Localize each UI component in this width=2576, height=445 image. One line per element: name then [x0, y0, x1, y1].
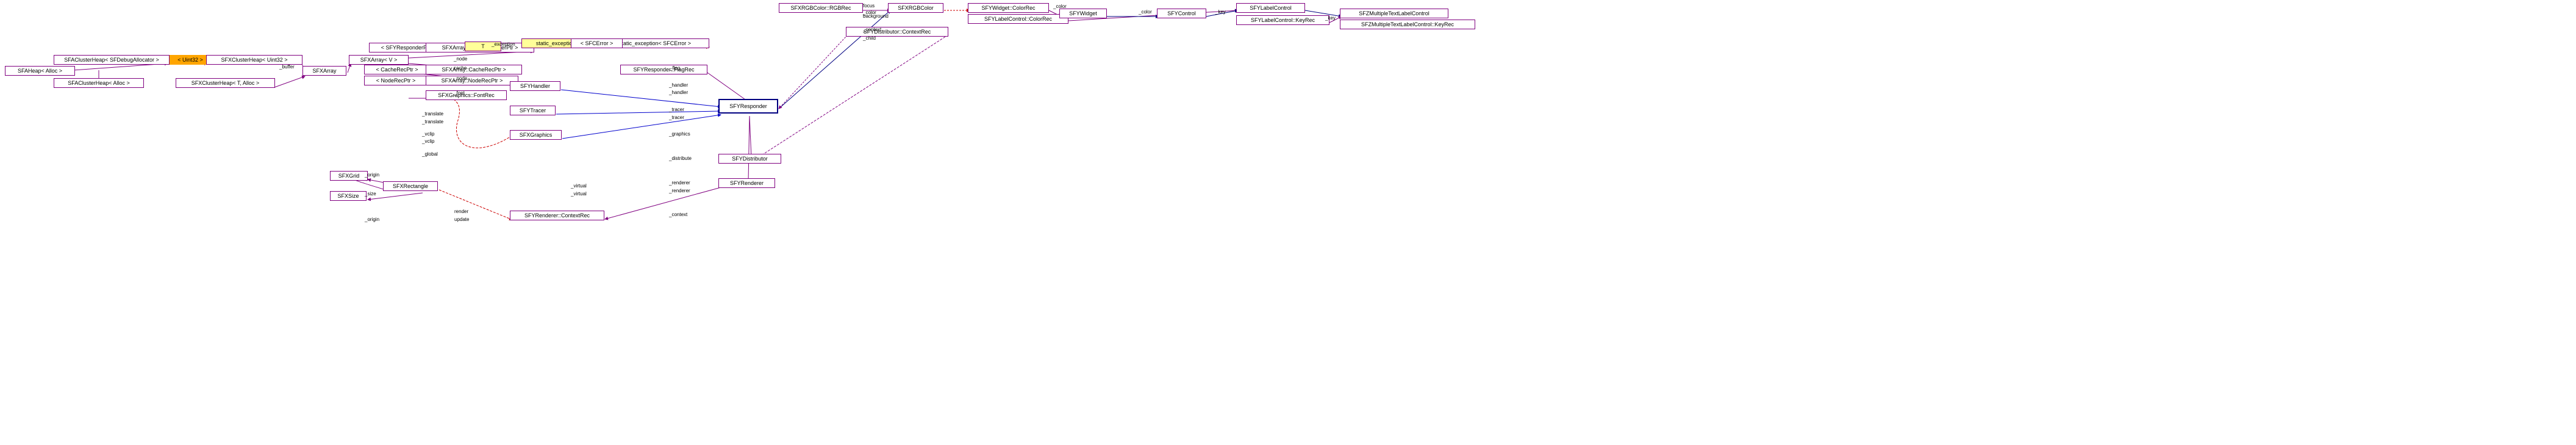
label-origin1: _origin	[365, 172, 379, 178]
node-SFXRectangle[interactable]: SFXRectangle	[383, 181, 438, 191]
label-translate2: _translate	[422, 119, 443, 125]
label-flag: _flag	[670, 65, 680, 71]
node-SFXRGBColor-RGBRec[interactable]: SFXRGBColor::RGBRec	[779, 3, 863, 13]
node-SFXClusterHeap-T-Alloc[interactable]: SFXClusterHeap< T, Alloc >	[176, 78, 275, 88]
node-SFZMultipleTextLabelControl[interactable]: SFZMultipleTextLabelControl	[1340, 9, 1448, 18]
label-key2: _key	[1325, 15, 1336, 21]
node-SFAClusterHeap-Alloc[interactable]: SFAClusterHeap< Alloc >	[54, 78, 144, 88]
label-global: _global	[422, 151, 438, 157]
node-SFYResponder-FlagRec[interactable]: SFYResponder::FlagRec	[620, 65, 707, 74]
node-SFXArray-V[interactable]: SFXArray< V >	[349, 55, 409, 65]
label-buffer: _buffer	[279, 64, 295, 70]
label-translate1: _translate	[422, 111, 443, 117]
node-SFAClusterHeap-SFDebug[interactable]: SFAClusterHeap< SFDebugAllocator >	[54, 55, 170, 65]
node-SFXSize[interactable]: SFXSize	[330, 191, 367, 201]
node-SFXArray[interactable]: SFXArray	[302, 66, 346, 76]
node-SFXArray-NodeRecPtr[interactable]: SFXArray::NodeRecPtr >	[426, 76, 518, 85]
label-vclip2: _vclip	[422, 139, 434, 144]
label-context1: _context	[669, 212, 687, 217]
label-origin2: _origin	[365, 217, 379, 222]
label-focus: focus	[863, 3, 875, 9]
node-SFYDistributor-ContextRec[interactable]: SFYDistributor::ContextRec	[846, 27, 948, 37]
label-color3: _color	[1139, 9, 1152, 15]
label-distribute: _distribute	[669, 156, 692, 161]
node-SFYResponder[interactable]: SFYResponder	[718, 99, 778, 114]
node-SFYRenderer[interactable]: SFYRenderer	[718, 178, 775, 188]
label-handler2: _handler	[669, 90, 688, 95]
diagram-container: SFAHeap< Alloc > SFAClusterHeap< SFDebug…	[0, 0, 2576, 445]
label-node2: _node	[454, 76, 467, 81]
label-cache: cache	[454, 65, 467, 71]
label-graphics: _graphics	[669, 131, 690, 137]
label-child: _child	[863, 35, 876, 41]
label-virtual2: _virtual	[571, 191, 587, 197]
label-font: _font	[454, 90, 465, 96]
label-update: update	[454, 217, 469, 222]
label-virtual1: _virtual	[571, 183, 587, 189]
label-size: _size	[365, 191, 376, 197]
label-exception: _exception	[492, 42, 515, 47]
node-SFYLabelControl[interactable]: SFYLabelControl	[1236, 3, 1305, 13]
node-SFYWidget[interactable]: SFYWidget	[1059, 9, 1107, 18]
node-SFXGraphics-FontRec[interactable]: SFXGraphics::FontRec	[426, 90, 507, 100]
node-SFYControl[interactable]: SFYControl	[1157, 9, 1206, 18]
node-SFCError[interactable]: < SFCError >	[571, 38, 623, 48]
node-SFXGrid[interactable]: SFXGrid	[330, 171, 368, 181]
node-CacheRecPtr[interactable]: < CacheRecPtr >	[364, 65, 430, 74]
node-SFXGraphics[interactable]: SFXGraphics	[510, 130, 562, 140]
label-background: background	[863, 13, 889, 19]
node-NodeRecPtr[interactable]: < NodeRecPtr >	[364, 76, 428, 85]
node-SFXRGBColor[interactable]: SFXRGBColor	[888, 3, 943, 13]
node-SFZMultipleTextLabelControl-KeyRec[interactable]: SFZMultipleTextLabelControl::KeyRec	[1340, 20, 1475, 29]
label-key1: _key	[1215, 9, 1226, 15]
node-SFYRenderer-ContextRec[interactable]: SFYRenderer::ContextRec	[510, 211, 604, 220]
label-context2: _context	[863, 27, 881, 32]
label-renderer1: _renderer	[669, 180, 690, 186]
node-SFYLabelControl-KeyRec[interactable]: SFYLabelControl::KeyRec	[1236, 15, 1329, 25]
node-SFYTracer[interactable]: SFYTracer	[510, 106, 556, 115]
label-handler1: _handler	[669, 82, 688, 88]
node-SFYWidget-ColorRec[interactable]: SFYWidget::ColorRec	[968, 3, 1049, 13]
node-SFYHandler[interactable]: SFYHandler	[510, 81, 560, 91]
label-tracer1: _tracer	[669, 107, 684, 112]
label-vclip1: _vclip	[422, 131, 434, 137]
node-SFYDistributor[interactable]: SFYDistributor	[718, 154, 781, 164]
label-tracer2: _tracer	[669, 115, 684, 120]
label-node1: _node	[454, 56, 467, 62]
node-SFYLabelControl-ColorRec[interactable]: SFYLabelControl::ColorRec	[968, 14, 1068, 24]
label-renderer2: _renderer	[669, 188, 690, 194]
node-SFXArray-CacheRecPtr[interactable]: SFXArray::CacheRecPtr >	[426, 65, 522, 74]
node-SFAHeap-Alloc[interactable]: SFAHeap< Alloc >	[5, 66, 75, 76]
node-SFXClusterHeap-Uint32[interactable]: SFXClusterHeap< Uint32 >	[206, 55, 302, 65]
label-render: render	[454, 209, 468, 214]
node-Uint32[interactable]: < Uint32 >	[170, 55, 211, 65]
